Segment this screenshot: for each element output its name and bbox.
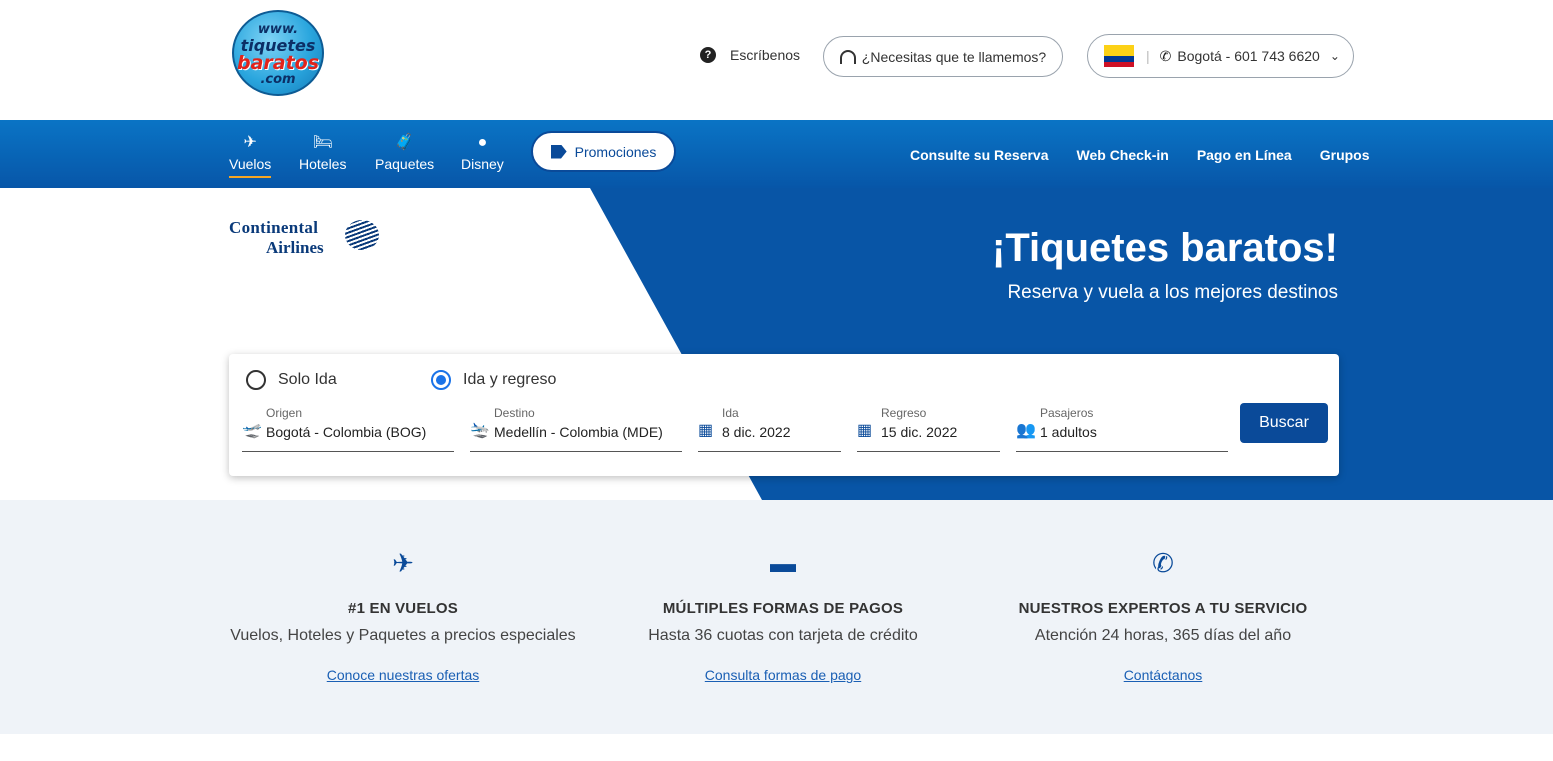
promotions-button[interactable]: Promociones [531,131,676,172]
bed-icon: 🛏 [312,134,333,151]
continental-airlines-logo: Continental Airlines [229,218,379,258]
nav-item-label: Paquetes [375,156,435,172]
call-me-label: ¿Necesitas que te llamemos? [861,48,1047,65]
radio-button-selected[interactable] [431,370,451,390]
radio-one-way[interactable]: Solo Ida [246,370,337,390]
nav-item-paquetes[interactable]: 🧳 Paquetes [375,134,434,172]
site-logo[interactable]: www. tiquetes baratos .com [232,10,324,96]
landing-icon: 🛬 [470,422,490,439]
groups-link[interactable]: Grupos [1320,147,1370,163]
chevron-down-icon: ⌄ [1329,49,1340,63]
nav-item-hoteles[interactable]: 🛏 Hoteles [299,134,346,172]
calendar-icon: ▦ [698,422,714,439]
phone-selector[interactable]: | ✆ Bogotá - 601 743 6620 ⌄ [1087,34,1354,78]
flight-search-card: Solo Ida Ida y regreso 🛫 Origen Bogotá -… [229,354,1339,476]
offers-link[interactable]: Conoce nuestras ofertas [203,667,603,683]
hero-title: ¡Tiquetes baratos! [992,226,1338,270]
luggage-icon: 🧳 [394,134,415,151]
nav-item-label: Hoteles [299,156,347,172]
write-us-label: Escríbenos [730,47,801,63]
nav-item-disney[interactable]: ● Disney [461,134,504,172]
help-icon: ? [700,47,716,63]
colombia-flag-icon [1104,45,1134,67]
feature-flights: ✈ #1 EN VUELOS Vuelos, Hoteles y Paquete… [203,500,603,683]
features-section: ✈ #1 EN VUELOS Vuelos, Hoteles y Paquete… [0,500,1553,734]
passengers-field[interactable]: 👥 Pasajeros 1 adultos [1016,406,1228,452]
depart-date-field[interactable]: ▦ Ida 8 dic. 2022 [698,406,841,452]
radio-label: Ida y regreso [463,371,557,388]
phone-number: Bogotá - 601 743 6620 [1177,48,1320,64]
search-button[interactable]: Buscar [1240,403,1328,443]
nav-item-label: Vuelos [229,156,272,178]
credit-card-icon: ▬ [770,548,796,578]
nav-item-label: Disney [461,156,504,172]
online-payment-link[interactable]: Pago en Línea [1197,147,1292,163]
plane-icon: ✈ [392,548,414,578]
destination-field[interactable]: 🛬 Destino Medellín - Colombia (MDE) [470,406,682,452]
call-me-button[interactable]: ¿Necesitas que te llamemos? [823,36,1063,77]
feature-payments: ▬ MÚLTIPLES FORMAS DE PAGOS Hasta 36 cuo… [583,500,983,683]
hero-subtitle: Reserva y vuela a los mejores destinos [1007,282,1338,303]
phone-icon: ✆ [1159,47,1172,64]
promotions-label: Promociones [574,143,657,160]
calendar-icon: ▦ [857,422,873,439]
web-checkin-link[interactable]: Web Check-in [1077,147,1169,163]
globe-icon [345,220,379,250]
headset-icon [839,49,856,64]
phone-chat-icon: ✆ [1152,548,1174,578]
radio-round-trip[interactable]: Ida y regreso [431,370,556,390]
write-us-link[interactable]: ? Escríbenos [700,47,800,63]
contact-link[interactable]: Contáctanos [963,667,1363,683]
tag-icon [550,144,567,159]
radio-button[interactable] [246,370,266,390]
mickey-icon: ● [477,134,488,151]
main-nav: ✈ Vuelos 🛏 Hoteles 🧳 Paquetes ● Disney C… [0,120,1553,188]
top-header: www. tiquetes baratos .com ? Escríbenos … [0,0,1553,120]
payment-methods-link[interactable]: Consulta formas de pago [583,667,983,683]
plane-icon: ✈ [243,134,257,151]
divider: | [1146,48,1150,64]
return-date-field[interactable]: ▦ Regreso 15 dic. 2022 [857,406,1000,452]
consult-reservation-link[interactable]: Consulte su Reserva [910,147,1049,163]
feature-experts: ✆ NUESTROS EXPERTOS A TU SERVICIO Atenci… [963,500,1363,683]
radio-label: Solo Ida [278,371,337,388]
people-icon: 👥 [1016,422,1036,439]
origin-field[interactable]: 🛫 Origen Bogotá - Colombia (BOG) [242,406,454,452]
takeoff-icon: 🛫 [242,422,262,439]
nav-right-links: Consulte su Reserva Web Check-in Pago en… [910,147,1370,163]
nav-item-vuelos[interactable]: ✈ Vuelos [229,134,272,178]
